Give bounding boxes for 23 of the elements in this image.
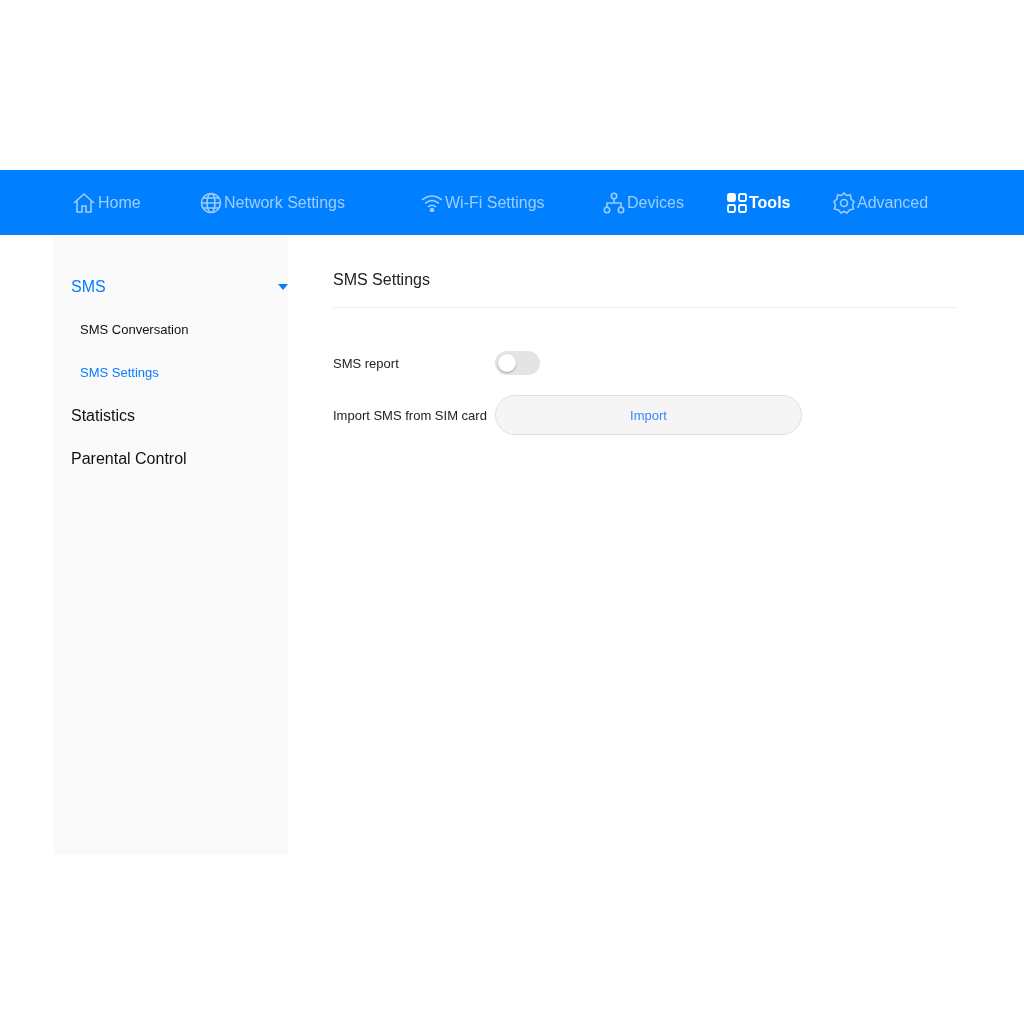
- nav-tab[interactable]: Network Settings: [200, 191, 421, 214]
- nav-tab[interactable]: Advanced: [833, 191, 953, 214]
- page-title: SMS Settings: [333, 271, 956, 308]
- grid-icon: [727, 192, 747, 213]
- caret-icon: [278, 283, 288, 290]
- sidebar-item[interactable]: Statistics: [71, 394, 288, 437]
- setting-label: Import SMS from SIM card: [333, 407, 488, 423]
- nav-tab[interactable]: Wi-Fi Settings: [421, 193, 603, 212]
- nav-tab[interactable]: Tools: [727, 192, 833, 213]
- globe-icon: [200, 191, 222, 214]
- sidebar-item[interactable]: SMS: [71, 265, 288, 308]
- nav-tab[interactable]: Devices: [603, 191, 727, 214]
- toggle-switch[interactable]: [495, 351, 540, 375]
- sidebar-subitem[interactable]: SMS Conversation: [80, 308, 189, 351]
- settings-icon: [833, 191, 855, 214]
- setting-label: SMS report: [333, 355, 400, 371]
- home-icon: [72, 191, 96, 214]
- import-button[interactable]: Import: [495, 395, 802, 435]
- wifi-icon: [421, 193, 443, 212]
- sidebar-item[interactable]: Parental Control: [71, 437, 288, 480]
- network-nodes-icon: [603, 191, 625, 214]
- nav-tab[interactable]: Home: [72, 191, 200, 214]
- sidebar-subitem[interactable]: SMS Settings: [80, 351, 159, 394]
